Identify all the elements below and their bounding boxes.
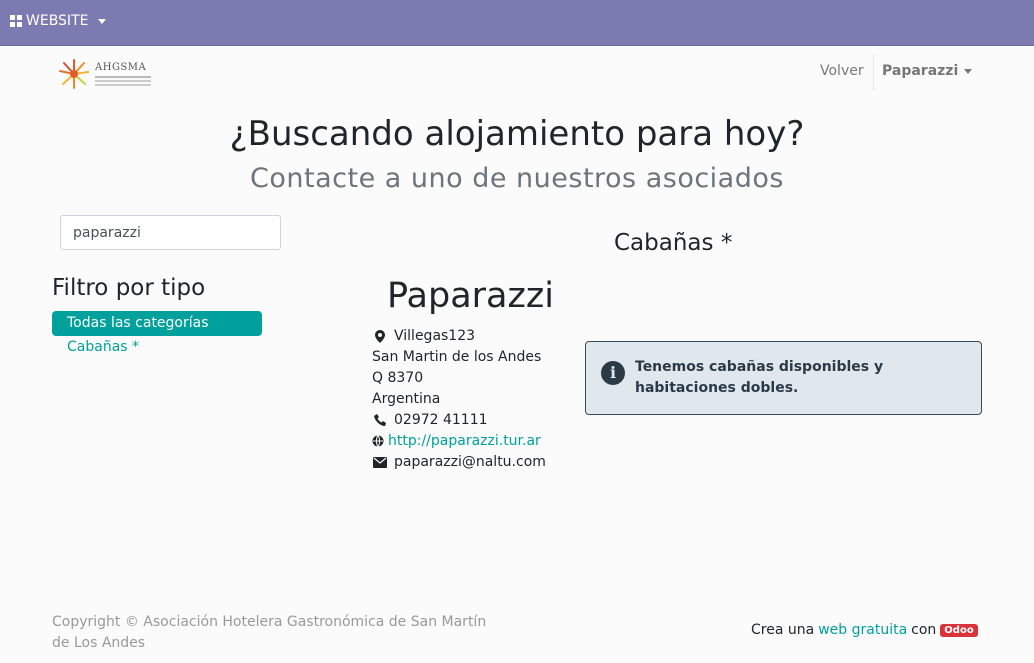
odoo-badge[interactable]: Odoo xyxy=(940,623,978,637)
business-name: Paparazzi xyxy=(387,276,554,316)
free-website-link[interactable]: web gratuita xyxy=(818,622,907,638)
chevron-down-icon xyxy=(98,18,107,24)
info-alert: i Tenemos cabañas disponibles y habitaci… xyxy=(585,341,982,415)
category-title: Cabañas * xyxy=(614,230,733,256)
address-city: San Martin de los Andes xyxy=(372,349,542,365)
page-title: ¿Buscando alojamiento para hoy? xyxy=(229,114,805,154)
user-menu-label: Paparazzi xyxy=(882,63,959,79)
address-country: Argentina xyxy=(372,391,441,407)
info-circle-icon: i xyxy=(601,361,625,385)
filter-title: Filtro por tipo xyxy=(52,275,206,301)
envelope-icon xyxy=(372,455,388,469)
globe-icon xyxy=(372,434,384,448)
address-zip: Q 8370 xyxy=(372,370,424,386)
logo-burst-icon xyxy=(59,59,89,89)
logo-text: AHGSMA xyxy=(95,61,147,73)
back-link[interactable]: Volver xyxy=(820,63,864,79)
website-menu-label: WEBSITE xyxy=(26,13,89,29)
powered-by: Crea una web gratuita con Odoo xyxy=(751,622,978,638)
website-menu-button[interactable]: WEBSITE xyxy=(10,13,107,29)
page-subtitle: Contacte a uno de nuestros asociados xyxy=(250,163,784,194)
address-street: Villegas123 xyxy=(372,328,475,344)
copyright-text: Copyright © Asociación Hotelera Gastronó… xyxy=(52,614,487,651)
filter-item-cabanas[interactable]: Cabañas * xyxy=(67,339,139,355)
phone-icon xyxy=(372,413,388,427)
email-row: paparazzi@naltu.com xyxy=(372,454,546,470)
map-marker-icon xyxy=(372,329,388,343)
website-link[interactable]: http://paparazzi.tur.ar xyxy=(388,433,541,449)
filter-item-all[interactable]: Todas las categorías xyxy=(52,311,262,336)
website-row: http://paparazzi.tur.ar xyxy=(372,433,541,449)
phone-row: 02972 41111 xyxy=(372,412,488,428)
search-input[interactable] xyxy=(60,215,281,250)
top-bar: WEBSITE xyxy=(0,0,1034,46)
user-menu-button[interactable]: Paparazzi xyxy=(882,63,973,79)
nav-divider xyxy=(873,55,874,91)
site-logo[interactable]: AHGSMA xyxy=(57,57,157,91)
chevron-down-icon xyxy=(964,68,973,74)
grid-icon xyxy=(10,15,22,27)
info-message: Tenemos cabañas disponibles y habitacion… xyxy=(635,359,884,396)
